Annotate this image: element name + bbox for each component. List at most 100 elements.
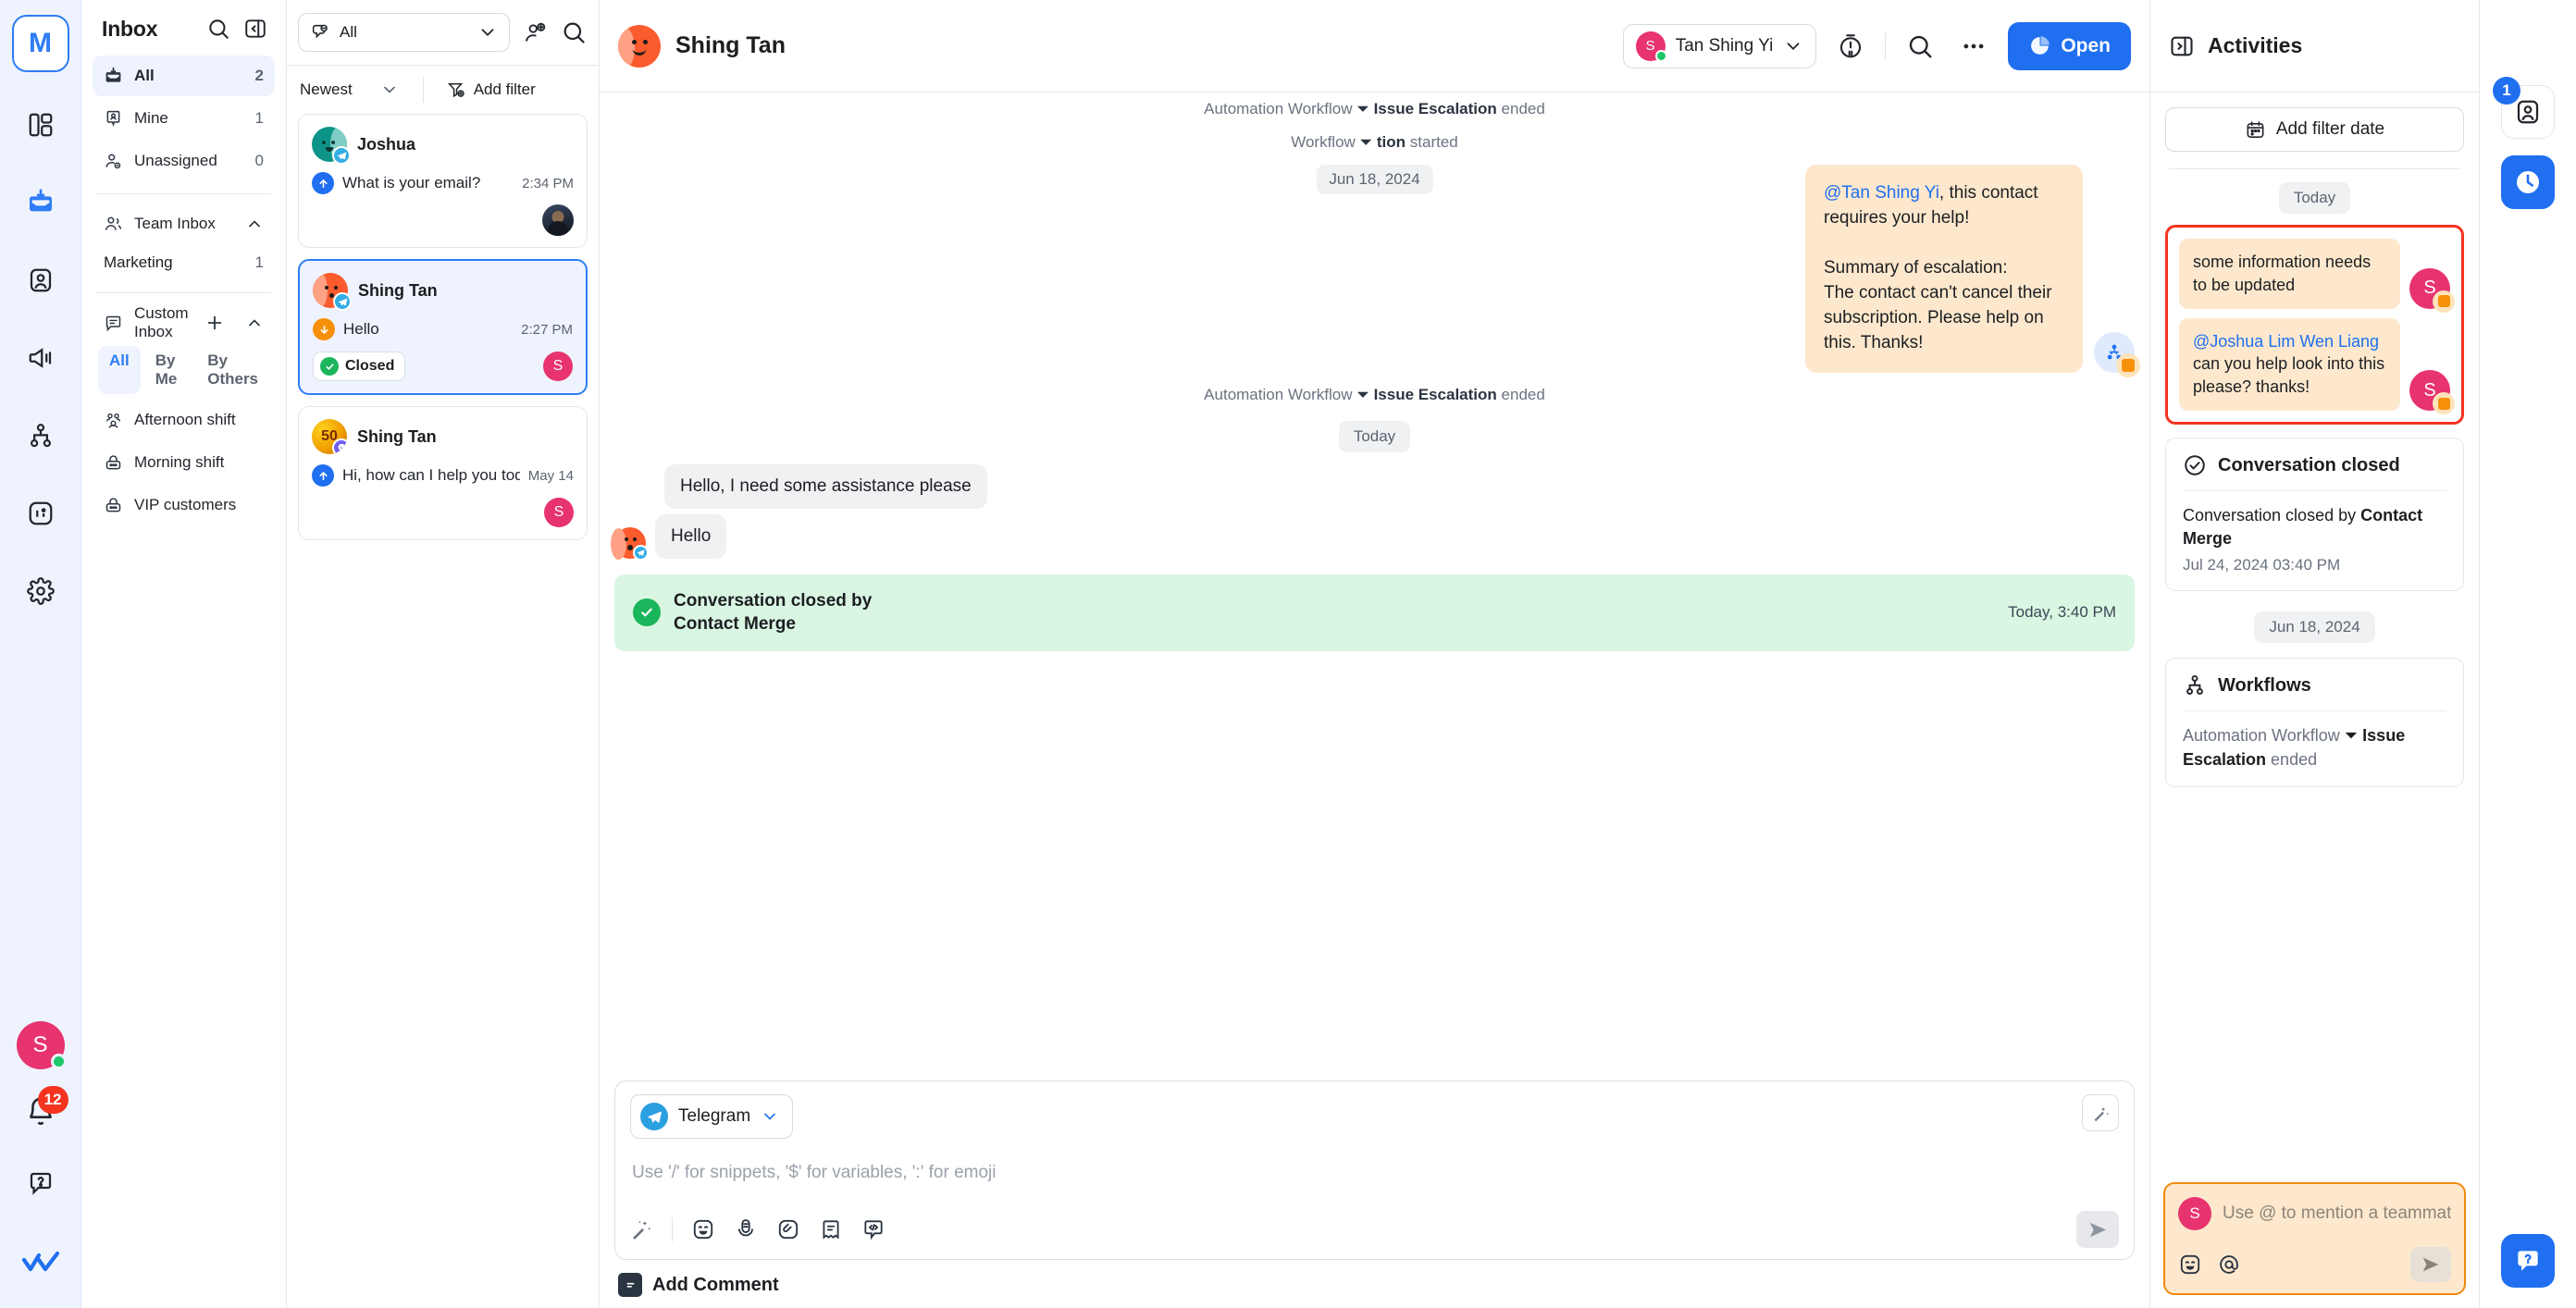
chevron-up-icon[interactable] <box>245 314 264 332</box>
avatar[interactable]: S <box>16 1021 67 1069</box>
variable-icon[interactable] <box>861 1217 886 1241</box>
voice-icon[interactable] <box>734 1217 758 1241</box>
chevron-down-icon[interactable] <box>477 22 498 43</box>
status-badge: Closed <box>313 352 406 381</box>
help-icon[interactable] <box>12 1154 69 1212</box>
sidebar-item-morning-shift[interactable]: Morning shift <box>93 442 275 483</box>
divider <box>96 193 271 194</box>
add-filter-date-button[interactable]: Add filter date <box>2165 107 2464 152</box>
assignee-avatar: S <box>544 498 574 527</box>
collapse-sidebar-icon[interactable] <box>242 15 269 43</box>
composer-area: Telegram Use '/' for snippets, '$' for v… <box>600 1071 2149 1308</box>
message-row: Hello <box>611 512 2135 561</box>
mention[interactable]: @Tan Shing Yi <box>1824 183 1939 203</box>
note-badge-icon <box>2433 290 2455 313</box>
add-filter-button[interactable]: Add filter <box>446 80 536 100</box>
channel-select[interactable]: Telegram <box>630 1094 794 1139</box>
note-badge-icon <box>2433 392 2455 415</box>
sidebar-group-team-inbox[interactable]: Team Inbox <box>93 204 275 243</box>
timestamp: May 14 <box>527 467 574 484</box>
expand-panel-icon[interactable] <box>2169 33 2195 59</box>
snippet-icon[interactable] <box>819 1217 843 1241</box>
list-item[interactable]: Shing Tan Hello 2:27 PM Closed S <box>298 259 588 395</box>
chevron-down-icon[interactable] <box>1783 36 1803 56</box>
help-icon[interactable] <box>2501 1234 2555 1288</box>
activity-card-body: Automation Workflow ⏷ Issue Escalation e… <box>2183 726 2406 769</box>
mention-icon[interactable] <box>2217 1252 2241 1277</box>
inbox-icon[interactable] <box>12 174 69 231</box>
assignee-name: Tan Shing Yi <box>1675 35 1774 56</box>
contact-icon[interactable]: 1 <box>2493 77 2555 139</box>
note-badge-icon <box>2116 352 2140 377</box>
sidebar-item-label: Mine <box>134 109 168 127</box>
tab-all[interactable]: All <box>98 346 141 394</box>
timestamp: Today, 3:40 PM <box>2008 603 2116 622</box>
system-message: Automation Workflow ⏷ Issue Escalation e… <box>1204 100 1545 117</box>
magic-wand-icon[interactable] <box>630 1218 653 1241</box>
contact-name: Joshua <box>357 134 416 154</box>
custom-inbox-icon <box>104 314 123 333</box>
attachment-icon[interactable] <box>776 1217 800 1241</box>
broadcast-icon[interactable] <box>12 329 69 387</box>
message-thread[interactable]: Automation Workflow ⏷ Issue Escalation e… <box>600 93 2149 1071</box>
message-input[interactable]: Use '/' for snippets, '$' for variables,… <box>630 1139 2119 1211</box>
tab-by-others[interactable]: By Others <box>196 346 269 394</box>
settings-icon[interactable] <box>12 562 69 620</box>
sidebar-item-unassigned[interactable]: Unassigned 0 <box>93 141 275 181</box>
sidebar-group-custom-inbox[interactable]: Custom Inbox <box>93 303 275 342</box>
more-options-icon[interactable] <box>1954 27 1993 66</box>
contacts-icon[interactable] <box>12 252 69 309</box>
mention[interactable]: @Joshua Lim Wen Liang <box>2193 332 2379 351</box>
assignee-select[interactable]: S Tan Shing Yi <box>1622 23 1817 68</box>
comment-composer[interactable]: S Use @ to mention a teammate. Com... <box>2163 1182 2466 1295</box>
activity-clock-icon[interactable] <box>2501 155 2555 209</box>
sidebar-item-label: Afternoon shift <box>134 411 236 428</box>
search-icon[interactable] <box>204 15 232 43</box>
message-composer[interactable]: Telegram Use '/' for snippets, '$' for v… <box>614 1080 2135 1260</box>
chevron-down-icon[interactable] <box>761 1107 779 1126</box>
telegram-icon <box>640 1103 668 1130</box>
divider <box>1885 32 1887 59</box>
workflows-icon[interactable] <box>12 407 69 464</box>
online-status-dot <box>50 1054 67 1069</box>
add-custom-inbox-icon[interactable] <box>204 313 225 333</box>
emoji-icon[interactable] <box>691 1217 715 1241</box>
list-item[interactable]: 50 Shing Tan Hi, how can I help you toda… <box>298 406 588 540</box>
avatar <box>313 273 352 311</box>
activity-card-title: Workflows <box>2218 674 2311 696</box>
conversation-filter-select[interactable]: All <box>298 13 510 52</box>
add-contact-icon[interactable] <box>521 19 549 46</box>
sidebar-group-label: Custom Inbox <box>134 304 189 340</box>
sidebar-item-all[interactable]: All 2 <box>93 56 275 96</box>
workspace-logo[interactable]: M <box>11 15 69 72</box>
search-icon[interactable] <box>1901 27 1939 66</box>
respond-logo-icon[interactable] <box>12 1234 69 1291</box>
send-comment-button[interactable] <box>2410 1247 2451 1282</box>
tab-by-me[interactable]: By Me <box>144 346 192 394</box>
dashboard-icon[interactable] <box>12 96 69 154</box>
sidebar-item-mine[interactable]: Mine 1 <box>93 98 275 139</box>
ai-assist-icon[interactable] <box>2082 1094 2119 1131</box>
unassigned-icon <box>104 152 123 171</box>
notifications-button[interactable]: 12 <box>20 1086 68 1132</box>
contact-badge: 1 <box>2493 77 2520 105</box>
emoji-icon[interactable] <box>2178 1252 2202 1277</box>
open-button[interactable]: Open <box>2008 21 2131 70</box>
add-comment-tab[interactable]: Add Comment <box>614 1260 2135 1297</box>
sidebar-item-vip-customers[interactable]: VIP customers <box>93 485 275 525</box>
sidebar-item-marketing[interactable]: Marketing 1 <box>93 243 275 282</box>
search-icon[interactable] <box>560 19 588 46</box>
check-circle-icon <box>633 598 661 627</box>
sidebar-item-afternoon-shift[interactable]: Afternoon shift <box>93 400 275 440</box>
sort-select[interactable]: Newest <box>300 80 414 99</box>
chevron-up-icon[interactable] <box>245 215 264 233</box>
snooze-timer-icon[interactable] <box>1831 27 1870 66</box>
comment-input[interactable]: Use @ to mention a teammate. Com... <box>2223 1203 2451 1224</box>
list-item[interactable]: Joshua What is your email? 2:34 PM <box>298 114 588 248</box>
reports-icon[interactable] <box>12 485 69 542</box>
send-button[interactable] <box>2076 1211 2119 1248</box>
sidebar-item-label: Morning shift <box>134 453 225 471</box>
divider <box>2183 490 2446 492</box>
chevron-down-icon[interactable] <box>380 80 399 99</box>
right-utility-rail: 1 <box>2480 0 2576 1308</box>
